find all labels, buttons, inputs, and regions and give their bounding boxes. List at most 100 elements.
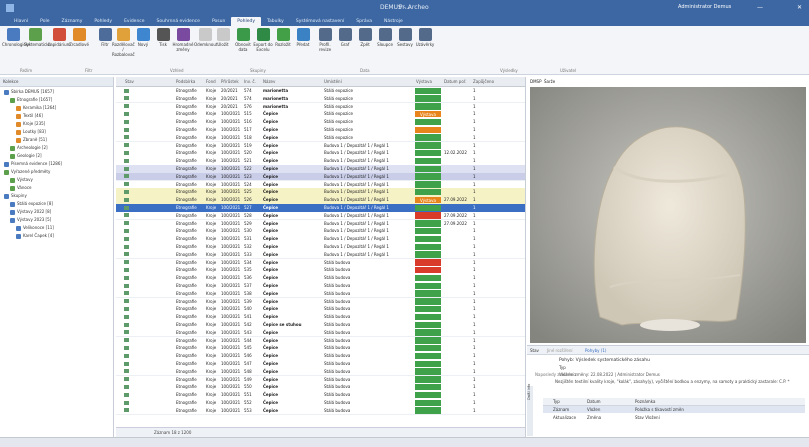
tab-8[interactable]: Pohledy bbox=[231, 17, 261, 26]
table-cell: 100/2021 bbox=[221, 306, 241, 312]
table-cell: Čepice bbox=[263, 345, 278, 351]
table-cell: 100/2021 bbox=[221, 283, 241, 288]
tree-item[interactable]: Geologie [2] bbox=[10, 152, 42, 159]
sub-col[interactable]: Typ bbox=[553, 399, 560, 404]
tab-2[interactable]: Pole bbox=[34, 17, 55, 26]
status-cell bbox=[415, 188, 441, 196]
ribbon-button[interactable]: Systematické bbox=[24, 28, 51, 47]
user-name[interactable]: Administrator Demus bbox=[678, 4, 731, 10]
tree-item[interactable]: Loutky [83] bbox=[16, 128, 46, 135]
tab-pohyby[interactable]: Pohyby (1) bbox=[585, 348, 606, 353]
ribbon-button[interactable]: Uložit bbox=[212, 28, 234, 47]
tree-item[interactable]: Výstavy bbox=[10, 176, 33, 183]
tree-item[interactable]: Velikonoce [11] bbox=[16, 224, 54, 231]
tab-4[interactable]: Pohledy bbox=[88, 17, 118, 26]
tab-5[interactable]: Evidence bbox=[118, 17, 150, 26]
tree-item[interactable]: Vánoce bbox=[10, 184, 32, 191]
table-cell: Čepice bbox=[263, 314, 278, 320]
tab-extension[interactable]: Jiné rozšíření bbox=[547, 348, 573, 353]
table-cell: Čepice bbox=[263, 127, 278, 132]
tree-item[interactable]: Karel Čapek [4] bbox=[16, 232, 54, 239]
record-icon bbox=[124, 236, 129, 241]
sub-col[interactable]: Poznámka bbox=[635, 399, 655, 404]
tab-10[interactable]: Systémová nastavení bbox=[290, 17, 350, 26]
tab-7[interactable]: Posun bbox=[206, 17, 231, 26]
col-header[interactable]: Název bbox=[263, 79, 275, 84]
ribbon-button[interactable]: Graf bbox=[334, 28, 356, 47]
tree-item[interactable]: Výstavy 2023 [5] bbox=[10, 216, 51, 223]
minimize-button[interactable]: — bbox=[757, 4, 763, 11]
table-cell: Kroje bbox=[206, 267, 217, 273]
table-cell: Etnografie bbox=[176, 189, 197, 195]
tree-item[interactable]: Sbírka DEMUS [1657] bbox=[4, 88, 54, 95]
table-cell: Kroje bbox=[206, 407, 217, 413]
ribbon-button[interactable]: Zrcadlové bbox=[68, 28, 90, 47]
tab-stav[interactable]: Stav bbox=[530, 348, 539, 353]
tree-item[interactable]: Výstavy 2022 [8] bbox=[10, 208, 51, 215]
col-header[interactable]: Datum poř. bbox=[444, 79, 466, 84]
ribbon-button[interactable]: Sloupce bbox=[374, 28, 396, 47]
ribbon-button-label: Tisk bbox=[159, 42, 167, 47]
ribbon-button[interactable]: Tisk bbox=[152, 28, 174, 47]
table-cell: Stálá budova bbox=[324, 384, 351, 390]
table-cell: Etnografie bbox=[176, 400, 197, 405]
table-cell: 100/2021 bbox=[221, 150, 241, 156]
table-cell: 1 bbox=[473, 189, 476, 195]
ribbon-button[interactable]: Export do Excelu bbox=[252, 28, 274, 52]
ribbon-button[interactable]: Zpět bbox=[354, 28, 376, 47]
ribbon-button[interactable]: Uzávěrky bbox=[414, 28, 436, 47]
tab-1[interactable]: Hlavní bbox=[8, 17, 34, 26]
tab-dmsp[interactable]: DMSP bbox=[530, 77, 544, 86]
ribbon-button[interactable]: Lapidárium bbox=[48, 28, 71, 47]
table-cell: 1 bbox=[473, 298, 476, 304]
tab-6[interactable]: Souhrnná evidence bbox=[151, 17, 206, 26]
table-cell: 576 bbox=[244, 103, 252, 109]
ribbon-button[interactable]: Sestavy bbox=[394, 28, 416, 47]
tab-sarze[interactable]: Šarže bbox=[544, 77, 560, 86]
tab-11[interactable]: Správa bbox=[350, 17, 378, 26]
col-header[interactable]: Umístění bbox=[324, 79, 342, 84]
sub-row[interactable]: Záznam Vložen Položka s tikavostí změn bbox=[543, 406, 805, 413]
col-header[interactable]: Podsbírka bbox=[176, 79, 195, 84]
tree-item[interactable]: Etnografie [1657] bbox=[10, 96, 52, 103]
tree-item[interactable]: Textil [46] bbox=[16, 112, 43, 119]
tree-item[interactable]: Zbraně [51] bbox=[16, 136, 47, 143]
tree-item[interactable]: Stálá expozice [8] bbox=[10, 200, 53, 207]
ribbon-button[interactable]: Chronologické bbox=[2, 28, 30, 47]
tree-item[interactable]: Vyřazené předměty bbox=[4, 168, 50, 175]
ribbon-button[interactable]: Nový bbox=[132, 28, 154, 47]
table-cell: 1 bbox=[473, 275, 476, 281]
table-cell: Čepice bbox=[263, 267, 278, 273]
tree-item[interactable]: Písemná evidence [1286] bbox=[4, 160, 62, 167]
sub-col[interactable]: Datum bbox=[587, 399, 601, 404]
table-row[interactable]: Etnografie Kroje 100/2021 553 Čepice Stálá bu… bbox=[116, 406, 525, 416]
tree-item[interactable]: Kroje [235] bbox=[16, 120, 45, 127]
table-cell: Kroje bbox=[206, 361, 217, 366]
ribbon-button[interactable]: Rozdělovač / Rozbalovač bbox=[112, 28, 135, 57]
col-header[interactable]: Výstava bbox=[416, 79, 432, 84]
ribbon-button[interactable]: Předat bbox=[292, 28, 314, 47]
col-header[interactable]: Inv. č. bbox=[244, 79, 256, 84]
tab-12[interactable]: Nástroje bbox=[378, 17, 409, 26]
record-icon bbox=[124, 158, 129, 163]
col-header[interactable]: Přírůstek bbox=[221, 79, 239, 84]
ribbon-button[interactable]: Profil. revize bbox=[314, 28, 336, 52]
col-header[interactable]: Zapůjčeno bbox=[473, 79, 494, 84]
ribbon-button-label: Systematické bbox=[24, 42, 51, 47]
col-header[interactable]: Stav bbox=[125, 79, 134, 84]
ribbon-button[interactable]: Hromadné změny bbox=[172, 28, 194, 52]
tab-3[interactable]: Záznamy bbox=[56, 17, 89, 26]
sub-row[interactable]: Aktualizace Změna Stav Vložení bbox=[543, 414, 805, 421]
table-cell: 1 bbox=[473, 267, 476, 273]
tab-9[interactable]: Tabulky bbox=[261, 17, 290, 26]
ribbon-button[interactable]: Rozložit bbox=[272, 28, 294, 47]
ribbon-button[interactable]: Obnovit data bbox=[232, 28, 254, 52]
tree-item[interactable]: Skupiny bbox=[4, 192, 27, 199]
close-button[interactable]: ✕ bbox=[797, 4, 802, 11]
record-icon bbox=[124, 96, 129, 101]
sub-cell: Stav Vložení bbox=[635, 415, 660, 420]
tree-item[interactable]: Keramika [1264] bbox=[16, 104, 56, 111]
col-header[interactable]: Fond bbox=[206, 79, 216, 84]
tree-item[interactable]: Archeologie [2] bbox=[10, 144, 48, 151]
grid-footer: Záznam 18 z 1200 bbox=[116, 427, 525, 437]
